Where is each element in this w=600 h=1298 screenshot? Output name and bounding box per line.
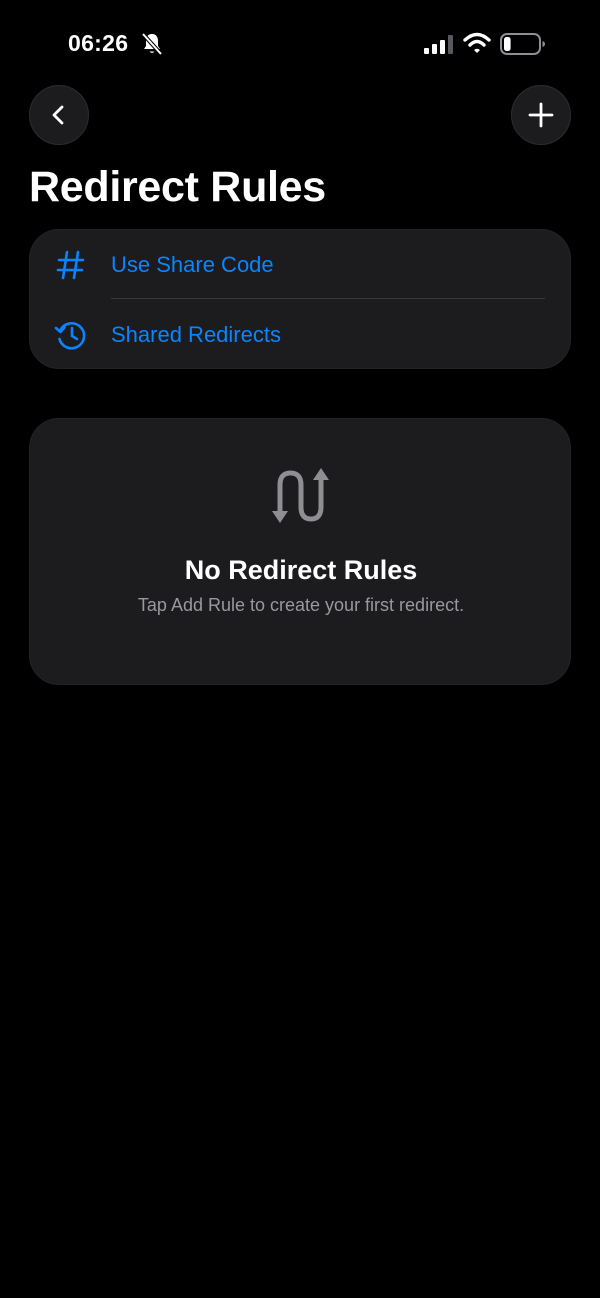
page-title: Redirect Rules [29, 163, 326, 211]
hashtag-icon [56, 250, 85, 280]
back-button[interactable] [29, 85, 89, 145]
battery-icon [500, 33, 545, 55]
use-share-code-label: Use Share Code [111, 252, 274, 277]
screen: 06:26 Redirect Rules Use Share Code Shar… [0, 0, 600, 1298]
empty-state-title: No Redirect Rules [184, 555, 418, 585]
menu-divider [111, 298, 545, 299]
wifi-icon [463, 32, 491, 53]
plus-icon [528, 102, 554, 128]
chevron-left-icon [52, 105, 64, 125]
clock-history-icon [54, 322, 86, 350]
status-time: 06:26 [68, 30, 129, 56]
bell-slash-icon [141, 32, 163, 56]
use-share-code-item[interactable]: Use Share Code [30, 230, 572, 300]
shared-redirects-item[interactable]: Shared Redirects [30, 300, 572, 370]
menu-card: Use Share Code Shared Redirects [29, 229, 571, 369]
empty-state-subtitle: Tap Add Rule to create your first redire… [137, 595, 465, 615]
redirect-arrows-icon [272, 468, 329, 523]
shared-redirects-label: Shared Redirects [111, 322, 281, 347]
add-rule-button[interactable] [511, 85, 571, 145]
cellular-signal-icon [424, 35, 453, 54]
status-bar: 06:26 [0, 0, 600, 90]
empty-state-card: No Redirect Rules Tap Add Rule to create… [29, 418, 571, 685]
